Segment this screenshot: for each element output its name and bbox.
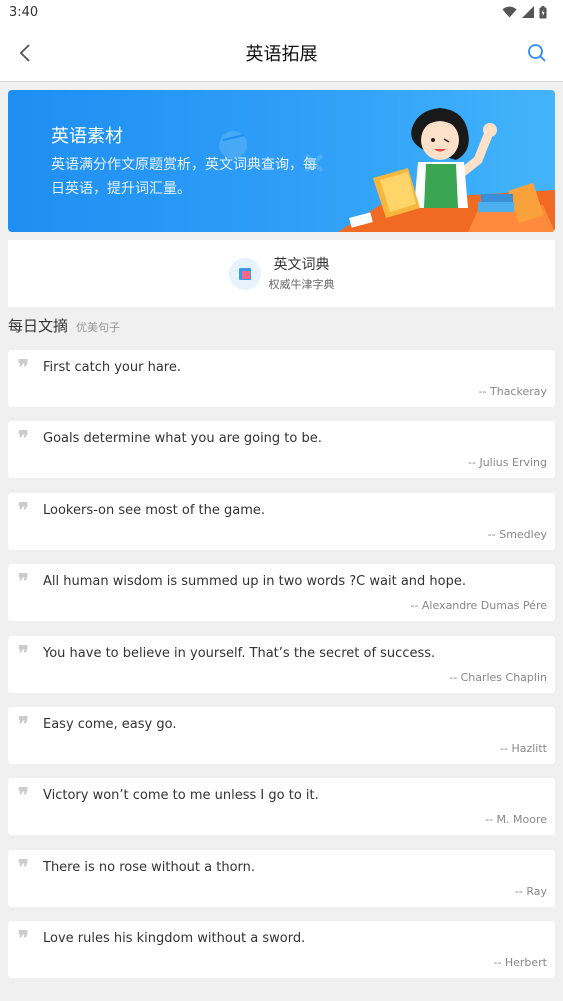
quote-author: -- Smedley: [487, 527, 547, 541]
quote-icon: ❞: [18, 711, 29, 736]
dictionary-title: 英文词典: [273, 256, 330, 273]
book-icon: [228, 257, 261, 290]
back-arrow-icon: [19, 44, 30, 62]
quote-author: -- Herbert: [493, 956, 547, 970]
section-header: 每日文摘 优美句子: [8, 315, 120, 339]
banner[interactable]: 英语素材 英语满分作文原题赏析，英文词典查询，每日英语，提升词汇量。: [8, 90, 555, 232]
quote-author: -- Hazlitt: [500, 741, 547, 755]
quote-icon: ❞: [18, 926, 29, 951]
quote-icon: ❞: [18, 497, 29, 522]
section-title: 每日文摘: [8, 317, 69, 335]
quote-author: -- M. Moore: [485, 813, 547, 827]
battery-icon: [539, 5, 547, 18]
search-button[interactable]: [525, 41, 549, 65]
quote-icon: ❞: [18, 854, 29, 879]
quote-card[interactable]: ❞ You have to believe in yourself. That’…: [8, 635, 555, 693]
quote-author: -- Ray: [514, 884, 547, 898]
status-bar: 3:40: [0, 0, 563, 24]
back-button[interactable]: [14, 41, 36, 65]
quote-list: ❞ First catch your hare. -- Thackeray ❞ …: [8, 350, 555, 993]
quote-card[interactable]: ❞ First catch your hare. -- Thackeray: [8, 350, 555, 407]
quote-text: All human wisdom is summed up in two wor…: [43, 574, 466, 590]
quote-author: -- Charles Chaplin: [449, 670, 547, 684]
quote-card[interactable]: ❞ Love rules his kingdom without a sword…: [8, 921, 555, 979]
wifi-icon: [502, 6, 517, 18]
quote-text: You have to believe in yourself. That’s …: [43, 645, 436, 661]
quote-text: Easy come, easy go.: [43, 716, 177, 732]
signal-icon: [522, 6, 534, 18]
dictionary-text: 英文词典 权威牛津字典: [269, 255, 335, 293]
banner-description: 英语满分作文原题赏析，英文词典查询，每日英语，提升词汇量。: [51, 157, 317, 197]
quote-icon: ❞: [18, 355, 29, 379]
quote-card[interactable]: ❞ Goals determine what you are going to …: [8, 421, 555, 479]
dictionary-subtitle: 权威牛津字典: [268, 277, 335, 291]
quote-text: First catch your hare.: [43, 360, 181, 375]
quote-text: There is no rose without a thorn.: [43, 859, 256, 875]
quote-icon: ❞: [18, 426, 29, 451]
banner-title: 英语素材: [51, 126, 123, 147]
app-bar: 英语拓展: [0, 24, 563, 82]
quote-author: -- Thackeray: [478, 385, 547, 398]
dictionary-card[interactable]: 英文词典 权威牛津字典: [8, 240, 555, 307]
quote-icon: ❞: [18, 569, 29, 594]
girl-reading-illustration: [338, 108, 555, 232]
quote-author: -- Alexandre Dumas Pére: [410, 599, 547, 613]
status-time: 3:40: [9, 4, 39, 20]
quote-text: Goals determine what you are going to be…: [43, 431, 322, 447]
quote-icon: ❞: [18, 783, 29, 808]
quote-icon: ❞: [18, 640, 29, 665]
quote-text: Love rules his kingdom without a sword.: [43, 931, 306, 947]
search-icon: [528, 44, 546, 62]
quote-text: Victory won’t come to me unless I go to …: [43, 788, 319, 804]
status-icons: [502, 5, 547, 19]
quote-text: Lookers-on see most of the game.: [43, 502, 266, 518]
section-subtitle: 优美句子: [76, 321, 121, 334]
quote-card[interactable]: ❞ All human wisdom is summed up in two w…: [8, 564, 555, 622]
quote-card[interactable]: ❞ Lookers-on see most of the game. -- Sm…: [8, 492, 555, 550]
quote-author: -- Julius Erving: [468, 456, 547, 470]
quote-card[interactable]: ❞ There is no rose without a thorn. -- R…: [8, 849, 555, 907]
quote-card[interactable]: ❞ Easy come, easy go. -- Hazlitt: [8, 706, 555, 764]
page-title: 英语拓展: [245, 43, 318, 65]
quote-card[interactable]: ❞ Victory won’t come to me unless I go t…: [8, 778, 555, 836]
